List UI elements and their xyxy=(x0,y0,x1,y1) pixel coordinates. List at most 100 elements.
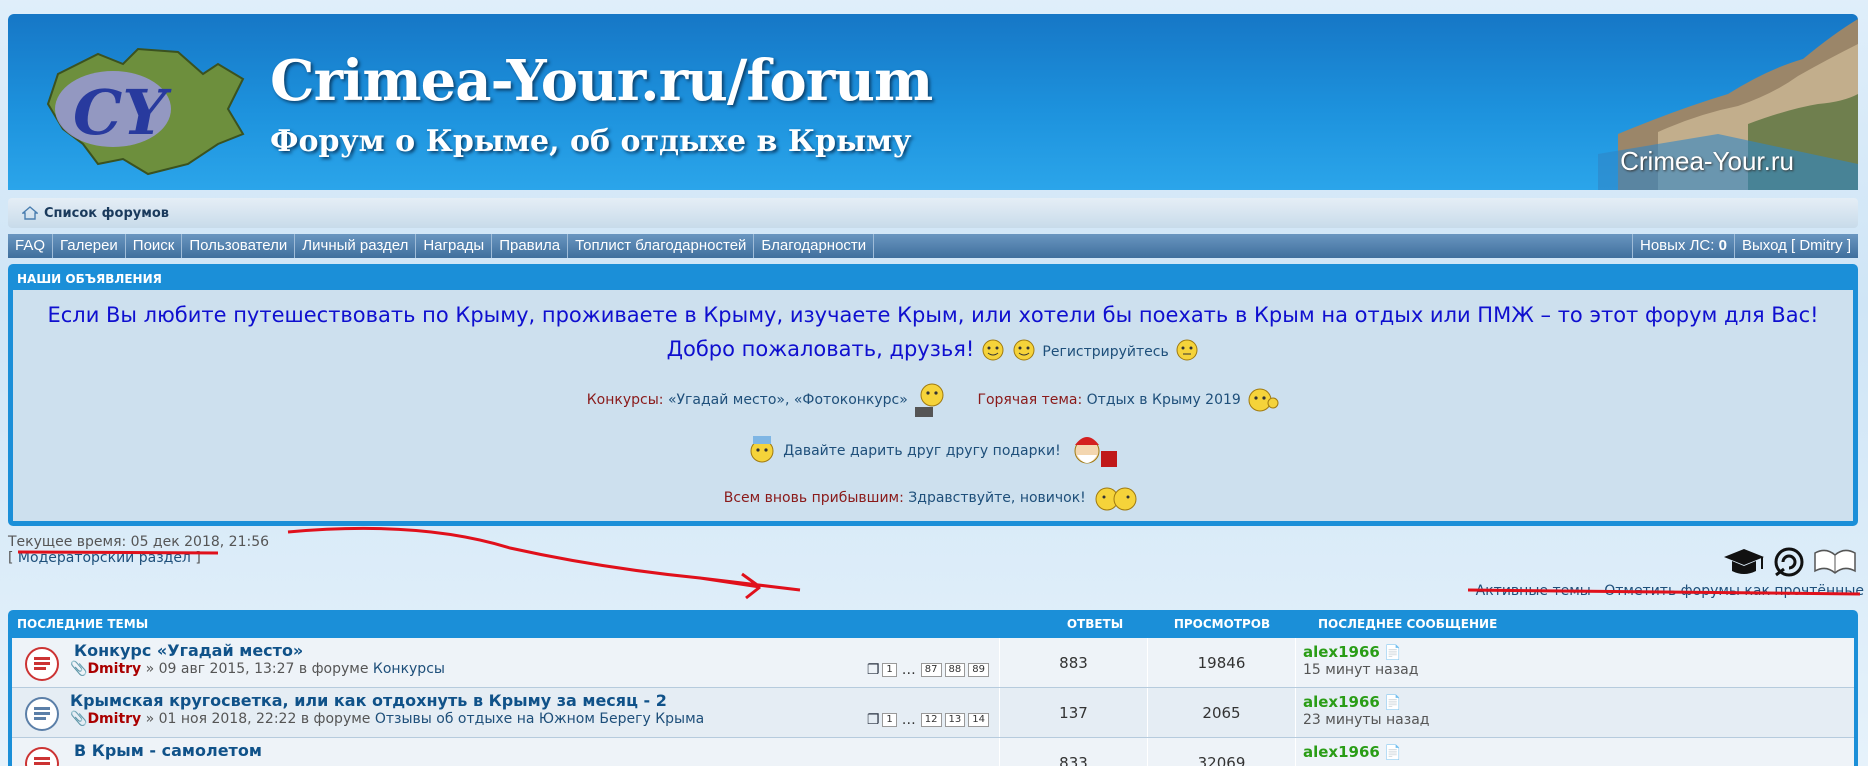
topic-row[interactable]: В Крым - самолетом 833 32069 alex1966 📄 xyxy=(12,738,1854,766)
attachment-icon: 📎 xyxy=(70,661,88,677)
topic-replies: 137 xyxy=(1000,688,1148,737)
site-title: Crimea-Your.ru/forum xyxy=(270,48,933,114)
newcomers-row: Всем вновь прибывшим: Здравствуйте, нови… xyxy=(23,483,1843,513)
open-book-icon[interactable] xyxy=(1812,545,1858,577)
last-post-time: 15 минут назад xyxy=(1303,662,1419,678)
last-post-time: 23 минуты назад xyxy=(1303,712,1430,728)
newcomers-link[interactable]: Здравствуйте, новичок! xyxy=(908,490,1086,506)
hot-topic-link[interactable]: Отдых в Крыму 2019 xyxy=(1087,392,1241,408)
nav-users[interactable]: Пользователи xyxy=(182,234,296,258)
status-block: Текущее время: 05 дек 2018, 21:56 [ Моде… xyxy=(8,534,1858,566)
topic-row[interactable]: Крымская кругосветка, или как отдохнуть … xyxy=(12,688,1854,738)
topic-views: 32069 xyxy=(1148,738,1296,766)
topic-last-post: alex1966 📄 23 минуты назад xyxy=(1296,688,1429,737)
pagination-ellipsis: … xyxy=(901,662,916,678)
announcements-body: Если Вы любите путешествовать по Крыму, … xyxy=(13,290,1853,521)
gifts-link[interactable]: Давайте дарить друг другу подарки! xyxy=(783,443,1060,459)
gifts-row: Давайте дарить друг другу подарки! xyxy=(23,431,1843,471)
topic-title[interactable]: Конкурс «Угадай место» xyxy=(74,641,303,660)
page-link[interactable]: 88 xyxy=(944,663,966,677)
mark-forums-read-link[interactable]: Отметить форумы как прочтённые xyxy=(1604,583,1864,599)
topic-last-post: alex1966 📄 xyxy=(1296,738,1402,766)
announcements-heading: НАШИ ОБЪЯВЛЕНИЯ xyxy=(17,272,162,286)
nav-galleries[interactable]: Галереи xyxy=(53,234,126,258)
topics-header: ПОСЛЕДНИЕ ТЕМЫ ОТВЕТЫ ПРОСМОТРОВ ПОСЛЕДН… xyxy=(12,610,1854,638)
page: CY Crimea-Your.ru/forum Форум о Крыме, о… xyxy=(8,14,1858,566)
pagination-ellipsis: … xyxy=(901,712,916,728)
page-link[interactable]: 1 xyxy=(882,713,897,727)
home-icon[interactable] xyxy=(22,206,38,220)
view-latest-icon[interactable]: 📄 xyxy=(1384,645,1401,661)
smiley-icon xyxy=(982,339,1004,361)
graduation-cap-icon[interactable] xyxy=(1722,545,1766,577)
hug-smiley-icon xyxy=(1095,487,1137,511)
hot-topic-label: Горячая тема: xyxy=(977,392,1083,408)
page-link[interactable]: 1 xyxy=(882,663,897,677)
pages-icon: ❐ xyxy=(866,712,880,728)
nav-private-messages[interactable]: Новых ЛС: 0 xyxy=(1632,234,1734,258)
view-latest-icon[interactable]: 📄 xyxy=(1384,695,1401,711)
page-link[interactable]: 12 xyxy=(920,713,942,727)
topic-title[interactable]: В Крым - самолетом xyxy=(74,741,262,760)
view-latest-icon[interactable]: 📄 xyxy=(1384,745,1401,761)
pages-icon: ❐ xyxy=(866,662,880,678)
topic-author[interactable]: Dmitry xyxy=(87,661,141,677)
col-last-post: ПОСЛЕДНЕЕ СООБЩЕНИЕ xyxy=(1318,617,1498,631)
last-post-user[interactable]: alex1966 xyxy=(1303,643,1380,661)
waving-smiley-icon xyxy=(1248,388,1279,412)
nav-thanks-toplist[interactable]: Топлист благодарностей xyxy=(568,234,755,258)
nav-right: Новых ЛС: 0 Выход [ Dmitry ] xyxy=(1632,234,1858,258)
smiley-icon xyxy=(1013,339,1035,361)
register-link[interactable]: Регистрируйтесь xyxy=(1042,344,1168,360)
last-post-user[interactable]: alex1966 xyxy=(1303,743,1380,761)
crimea-logo[interactable]: CY xyxy=(28,34,273,184)
moderator-section-link[interactable]: Модераторский раздел xyxy=(18,550,191,566)
nav-thanks[interactable]: Благодарности xyxy=(754,234,875,258)
smiley-icon xyxy=(1176,339,1198,361)
nav-faq[interactable]: FAQ xyxy=(8,234,54,258)
contests-label: Конкурсы: xyxy=(586,392,664,408)
topic-author[interactable]: Dmitry xyxy=(87,711,141,727)
topic-date: » 01 ноя 2018, 22:22 в форуме xyxy=(141,711,375,727)
pm-count: 0 xyxy=(1718,237,1727,254)
col-views: ПРОСМОТРОВ xyxy=(1173,617,1271,631)
breadcrumb-forums-link[interactable]: Список форумов xyxy=(44,206,169,221)
nav-user-cp[interactable]: Личный раздел xyxy=(295,234,417,258)
page-link[interactable]: 87 xyxy=(920,663,942,677)
topic-forum-link[interactable]: Отзывы об отдыхе на Южном Берегу Крыма xyxy=(375,711,704,727)
pm-label: Новых ЛС: xyxy=(1640,237,1715,254)
mod-bracket-close: ] xyxy=(190,550,201,566)
santa-icon xyxy=(1074,437,1118,467)
topic-meta: 📎Dmitry » 01 ноя 2018, 22:22 в форуме От… xyxy=(70,711,704,727)
nav-rules[interactable]: Правила xyxy=(492,234,569,258)
welcome-message: Если Вы любите путешествовать по Крыму, … xyxy=(47,303,1819,361)
logo-text: CY xyxy=(73,76,172,149)
contests-link[interactable]: «Угадай место», «Фотоконкурс» xyxy=(668,392,908,408)
last-post-user[interactable]: alex1966 xyxy=(1303,693,1380,711)
topic-replies: 883 xyxy=(1000,638,1148,687)
mod-bracket-open: [ xyxy=(8,550,18,566)
main-nav: FAQ Галереи Поиск Пользователи Личный ра… xyxy=(8,234,1858,258)
spiral-icon[interactable] xyxy=(1772,545,1806,579)
topic-unread-icon xyxy=(25,647,59,681)
page-link[interactable]: 89 xyxy=(968,663,989,677)
announcements-panel: НАШИ ОБЪЯВЛЕНИЯ Если Вы любите путешеств… xyxy=(8,264,1858,526)
nav-search[interactable]: Поиск xyxy=(126,234,183,258)
nav-logout[interactable]: Выход [ Dmitry ] xyxy=(1733,234,1858,258)
active-topics-link[interactable]: Активные темы xyxy=(1476,583,1591,599)
topic-meta: 📎Dmitry » 09 авг 2015, 13:27 в форуме Ко… xyxy=(70,661,445,677)
site-header: CY Crimea-Your.ru/forum Форум о Крыме, о… xyxy=(8,14,1858,190)
topic-title[interactable]: Крымская кругосветка, или как отдохнуть … xyxy=(70,691,667,710)
page-link[interactable]: 13 xyxy=(944,713,966,727)
contests-row: Конкурсы: «Угадай место», «Фотоконкурс» … xyxy=(23,381,1843,419)
col-replies: ОТВЕТЫ xyxy=(1066,617,1124,631)
col-title: ПОСЛЕДНИЕ ТЕМЫ xyxy=(17,617,149,631)
topic-forum-link[interactable]: Конкурсы xyxy=(373,661,445,677)
nav-awards[interactable]: Награды xyxy=(416,234,493,258)
site-subtitle: Форум о Крыме, об отдыхе в Крыму xyxy=(270,124,912,159)
page-link[interactable]: 14 xyxy=(968,713,989,727)
topic-replies: 833 xyxy=(1000,738,1148,766)
current-time: Текущее время: 05 дек 2018, 21:56 xyxy=(8,534,270,550)
action-links: Активные темы Отметить форумы как прочтё… xyxy=(1476,583,1864,599)
topic-row[interactable]: Конкурс «Угадай место» 📎Dmitry » 09 авг … xyxy=(12,638,1854,688)
